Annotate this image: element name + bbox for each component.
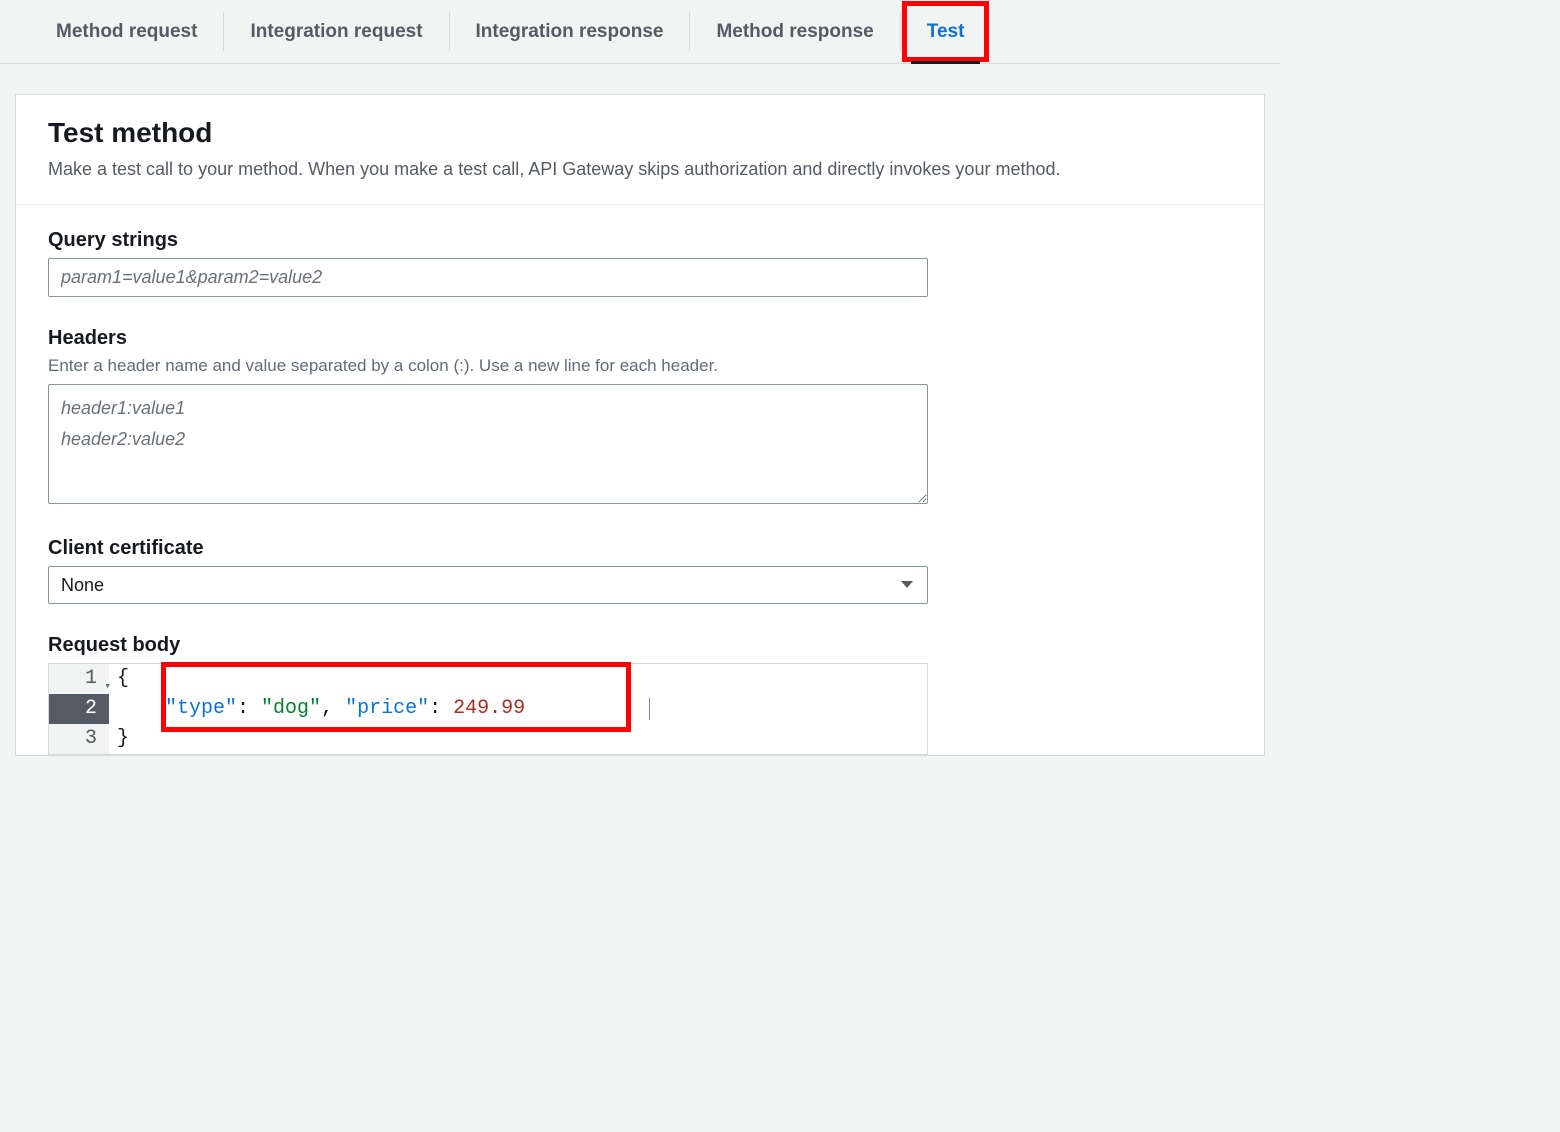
panel-description: Make a test call to your method. When yo…: [48, 157, 1232, 182]
gutter-line-number: 3: [49, 724, 109, 754]
headers-label: Headers: [48, 327, 1232, 350]
gutter-line-number: 1▾: [49, 664, 109, 694]
query-strings-label: Query strings: [48, 229, 1232, 252]
headers-textarea[interactable]: [48, 384, 928, 504]
tab-label: Test: [927, 21, 965, 43]
tab-underline: [911, 61, 981, 64]
code-token-key: "price": [345, 697, 429, 720]
headers-hint: Enter a header name and value separated …: [48, 356, 1232, 376]
query-strings-group: Query strings: [48, 229, 1232, 297]
code-token-num: 249.99: [453, 697, 525, 720]
code-content[interactable]: "type": "dog", "price": 249.99: [109, 694, 927, 724]
gutter-line-number: 2: [49, 694, 109, 724]
tab-label: Integration response: [476, 21, 664, 43]
test-method-panel: Test method Make a test call to your met…: [15, 94, 1265, 756]
tab-label: Method response: [716, 21, 873, 43]
code-line[interactable]: 3}: [49, 724, 927, 754]
code-token-brace: {: [117, 667, 129, 690]
headers-group: Headers Enter a header name and value se…: [48, 327, 1232, 507]
code-token-punct: ,: [321, 697, 345, 720]
tab-label: Method request: [56, 21, 197, 43]
panel-body: Query strings Headers Enter a header nam…: [16, 205, 1264, 755]
code-line[interactable]: 2 "type": "dog", "price": 249.99: [49, 694, 927, 724]
code-token-str: "dog": [261, 697, 321, 720]
request-body-label: Request body: [48, 634, 1232, 657]
code-content[interactable]: }: [109, 724, 927, 754]
code-content[interactable]: {: [109, 664, 927, 694]
code-token-key: "type": [165, 697, 237, 720]
client-certificate-group: Client certificate None: [48, 537, 1232, 604]
code-token-punct: :: [237, 697, 261, 720]
text-cursor: [649, 698, 650, 720]
tab-test[interactable]: Test: [901, 0, 991, 63]
query-strings-input[interactable]: [48, 258, 928, 297]
tab-integration-response[interactable]: Integration response: [450, 0, 690, 63]
code-token-brace: }: [117, 727, 129, 750]
code-token-punct: :: [429, 697, 453, 720]
panel-title: Test method: [48, 117, 1232, 149]
tabs-row: Method request Integration request Integra…: [0, 0, 1280, 64]
client-certificate-select[interactable]: None: [48, 566, 928, 604]
request-body-group: Request body 1▾ {2 "type": "dog", "price"…: [48, 634, 1232, 755]
code-line[interactable]: 1▾ {: [49, 664, 927, 694]
panel-header: Test method Make a test call to your met…: [16, 95, 1264, 205]
client-certificate-label: Client certificate: [48, 537, 1232, 560]
tab-method-response[interactable]: Method response: [690, 0, 899, 63]
tab-label: Integration request: [250, 21, 422, 43]
client-certificate-select-wrap: None: [48, 566, 928, 604]
tab-method-request[interactable]: Method request: [30, 0, 223, 63]
tab-integration-request[interactable]: Integration request: [224, 0, 448, 63]
request-body-editor[interactable]: 1▾{2 "type": "dog", "price": 249.993}: [48, 663, 928, 755]
